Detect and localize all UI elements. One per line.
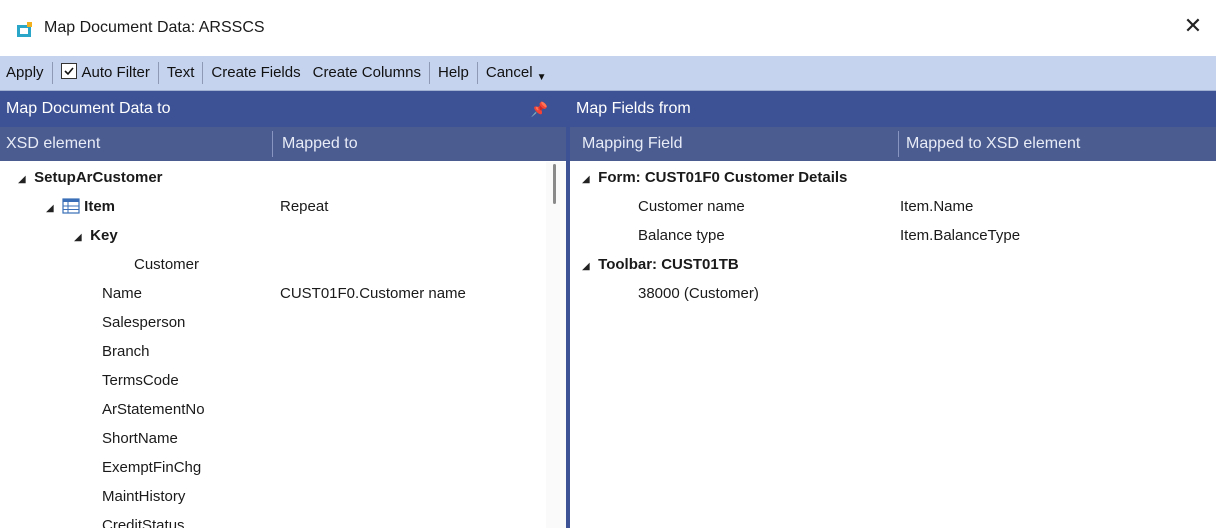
chevron-down-icon: ▼ [536,72,547,83]
left-pane-header: Map Document Data to 📌 [0,91,566,127]
column-divider[interactable] [898,131,899,157]
tree-row[interactable]: Branch [102,337,150,366]
tree-row[interactable]: Name CUST01F0.Customer name [102,279,566,308]
tree-label: Salesperson [102,314,186,331]
tree-row[interactable]: ShortName [102,424,178,453]
tree-label: CreditStatus [102,517,185,528]
map-document-data-dialog: Map Document Data: ARSSCS ✕ Apply Auto F… [0,0,1216,528]
help-button[interactable]: Help [432,60,475,86]
left-pane: Map Document Data to 📌 XSD element Mappe… [0,91,566,528]
tree-row[interactable]: CreditStatus [102,511,185,528]
tree-label: Customer [134,256,200,273]
right-pane-title: Map Fields from [576,100,691,117]
tree-label: Customer name [638,198,745,215]
app-icon [17,22,32,37]
mapped-value: Item.Name [900,198,974,215]
cancel-label: Cancel [485,64,533,81]
title-bar: Map Document Data: ARSSCS ✕ [0,0,1216,57]
table-icon [62,198,80,214]
auto-filter-toggle[interactable]: Auto Filter [55,60,156,86]
tree-label: Item [84,198,116,215]
tree-row[interactable]: ◢ Item Repeat [46,192,566,221]
expand-triangle-icon[interactable]: ◢ [46,194,58,223]
toolbar-separator [51,62,53,84]
tree-label: SetupArCustomer [34,169,163,186]
mapped-value: CUST01F0.Customer name [280,285,466,302]
expand-triangle-icon[interactable]: ◢ [18,165,30,194]
tree-label: Balance type [638,227,725,244]
tree-row[interactable]: ◢ SetupArCustomer [18,163,163,192]
column-divider[interactable] [272,131,273,157]
column-mapped-to-xsd[interactable]: Mapped to XSD element [900,127,1080,161]
tree-row[interactable]: ◢ Key [74,221,118,250]
tree-row[interactable]: MaintHistory [102,482,185,511]
tree-label: 38000 (Customer) [638,285,759,302]
tree-row[interactable]: 38000 (Customer) [638,279,759,308]
tree-row[interactable]: Customer [134,250,199,279]
column-mapped-to[interactable]: Mapped to [276,127,358,161]
tree-label: Name [102,285,143,302]
right-column-header: Mapping Field Mapped to XSD element [570,127,1216,161]
expand-triangle-icon[interactable]: ◢ [582,165,594,194]
auto-filter-label: Auto Filter [81,64,150,81]
tree-row[interactable]: ◢ Form: CUST01F0 Customer Details [582,163,847,192]
mapped-value: Item.BalanceType [900,227,1021,244]
tree-label: Branch [102,343,150,360]
tree-row[interactable]: TermsCode [102,366,179,395]
tree-row[interactable]: Balance type Item.BalanceType [638,221,1216,250]
right-pane-header: Map Fields from [570,91,1216,127]
tree-label: ExemptFinChg [102,459,202,476]
close-icon: ✕ [1183,13,1203,38]
tree-label: ArStatementNo [102,401,205,418]
tree-row[interactable]: ExemptFinChg [102,453,201,482]
scrollbar-thumb[interactable] [553,164,556,204]
tree-label: MaintHistory [102,488,186,505]
column-xsd-element[interactable]: XSD element [0,127,100,161]
tree-row[interactable]: Salesperson [102,308,185,337]
checkbox-checked-icon[interactable] [60,63,77,79]
create-fields-button[interactable]: Create Fields [205,60,306,86]
toolbar-separator [202,62,204,84]
close-button[interactable]: ✕ [1170,4,1216,48]
pin-icon[interactable]: 📌 [531,91,548,127]
expand-triangle-icon[interactable]: ◢ [74,223,86,252]
vertical-scrollbar[interactable] [546,162,566,528]
expand-triangle-icon[interactable]: ◢ [582,252,594,281]
tree-row[interactable]: Customer name Item.Name [638,192,1216,221]
tree-row[interactable]: ArStatementNo [102,395,205,424]
tree-label: ShortName [102,430,178,447]
left-column-header: XSD element Mapped to [0,127,566,161]
toolbar-separator [476,62,478,84]
toolbar-separator [429,62,430,84]
right-pane: Map Fields from Mapping Field Mapped to … [570,91,1216,528]
text-button[interactable]: Text [161,60,201,86]
window-title: Map Document Data: ARSSCS [44,19,265,36]
mapped-value: Repeat [280,198,329,215]
cancel-button[interactable]: Cancel ▼ [480,60,553,86]
tree-label: Form: CUST01F0 Customer Details [598,169,848,186]
apply-button[interactable]: Apply [0,60,50,86]
create-columns-button[interactable]: Create Columns [307,60,427,86]
left-pane-title: Map Document Data to [6,100,171,117]
tree-label: TermsCode [102,372,179,389]
toolbar-separator [157,62,159,84]
tree-row[interactable]: ◢ Toolbar: CUST01TB [582,250,739,279]
tree-label: Key [90,227,118,244]
column-mapping-field[interactable]: Mapping Field [576,127,683,161]
tree-label: Toolbar: CUST01TB [598,256,739,273]
toolbar: Apply Auto Filter Text Create Fields Cre… [0,56,1216,91]
